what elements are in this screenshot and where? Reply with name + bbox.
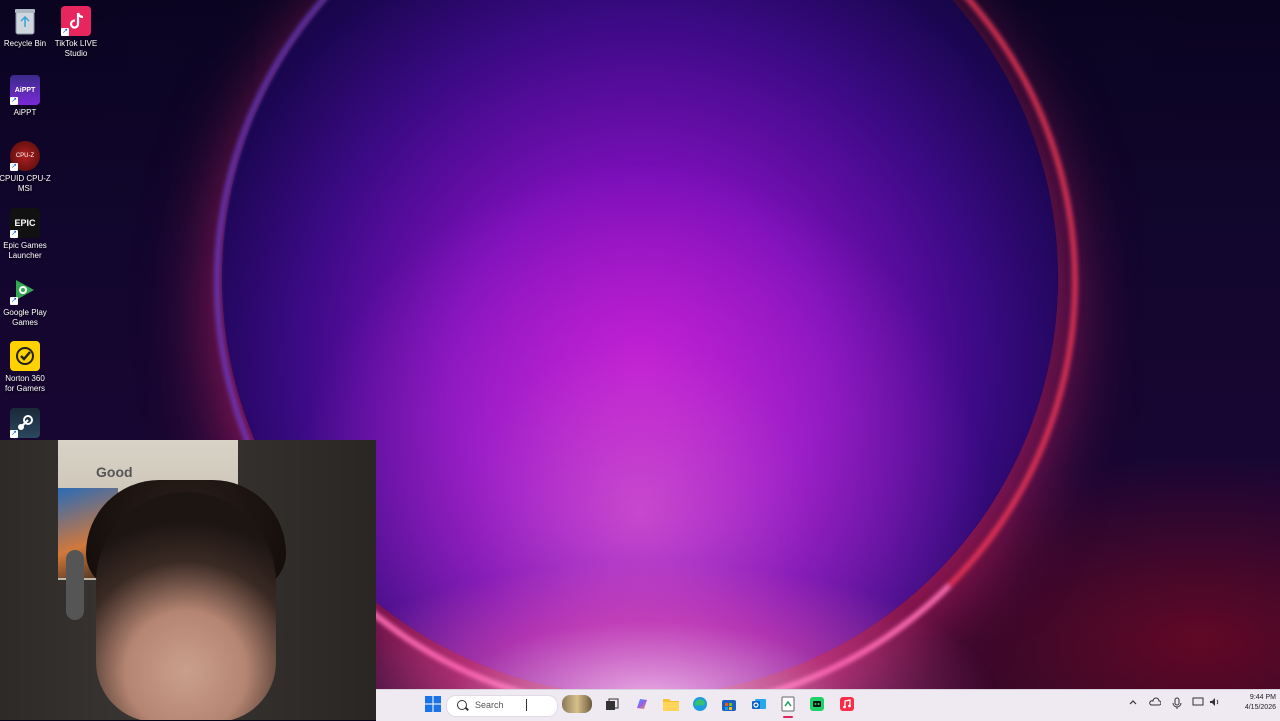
chevron-up-icon[interactable]: [1127, 697, 1139, 709]
taskbar-clock[interactable]: 9:44 PM 4/15/2026: [1226, 693, 1276, 713]
apple-music-icon[interactable]: [838, 695, 856, 713]
desktop-icon-recycle-bin[interactable]: Recycle Bin: [0, 6, 52, 49]
shortcut-arrow-icon: ↗: [10, 97, 18, 105]
google-play-games-icon: ↗: [10, 275, 40, 305]
shortcut-arrow-icon: ↗: [10, 163, 18, 171]
headphone: [66, 550, 84, 620]
desktop-icon-label: Google Play Games: [3, 308, 47, 327]
cpuz-icon: CPU-Z ↗: [10, 141, 40, 171]
active-app-indicator: [783, 716, 793, 718]
person-face: [96, 492, 276, 720]
desktop-icon-norton[interactable]: Norton 360 for Gamers: [0, 341, 52, 394]
epic-logo-text: EPIC: [14, 218, 36, 228]
desktop-icon-aippt[interactable]: AiPPT ↗ AiPPT: [0, 75, 52, 118]
display-icon[interactable]: [1192, 697, 1204, 709]
task-view-icon[interactable]: [603, 696, 621, 714]
shortcut-arrow-icon: ↗: [10, 230, 18, 238]
shortcut-arrow-icon: ↗: [10, 430, 18, 438]
desktop-icon-steam[interactable]: ↗: [0, 408, 52, 441]
microphone-icon[interactable]: [1171, 697, 1183, 709]
steam-icon: ↗: [10, 408, 40, 438]
volume-icon[interactable]: [1209, 697, 1221, 709]
widgets-news-icon[interactable]: [562, 695, 592, 713]
search-placeholder: Search: [475, 700, 504, 710]
epic-games-icon: EPIC ↗: [10, 208, 40, 238]
wallpaper-glow: [300, 560, 1000, 700]
desktop-icon-label: Epic Games Launcher: [3, 241, 47, 260]
desktop-icon-google-play-games[interactable]: ↗ Google Play Games: [0, 275, 52, 328]
desktop-icon-cpuz[interactable]: CPU-Z ↗ CPUID CPU-Z MSI: [0, 141, 52, 194]
copilot-icon[interactable]: [633, 695, 651, 713]
green-app-icon[interactable]: [808, 695, 826, 713]
microsoft-store-icon[interactable]: [720, 695, 738, 713]
text-cursor: [526, 699, 527, 711]
shortcut-arrow-icon: ↗: [10, 297, 18, 305]
windows-start-icon[interactable]: [424, 695, 442, 713]
desktop-icon-label: Norton 360 for Gamers: [4, 374, 45, 393]
file-explorer-icon[interactable]: [662, 695, 680, 713]
recycle-bin-icon: [10, 6, 40, 36]
clock-date: 4/15/2026: [1244, 704, 1276, 711]
poster-text: Good: [96, 464, 133, 480]
desktop-icon-label: TikTok LIVE Studio: [54, 39, 98, 58]
desktop-icon-epic-games[interactable]: EPIC ↗ Epic Games Launcher: [0, 208, 52, 261]
taskbar-search-box[interactable]: Search: [446, 695, 558, 717]
tiktok-icon: ↗: [61, 6, 91, 36]
shortcut-arrow-icon: ↗: [61, 28, 69, 36]
notepad-icon[interactable]: [779, 695, 797, 713]
desktop-icon-tiktok-live-studio[interactable]: ↗ TikTok LIVE Studio: [49, 6, 103, 59]
clock-time: 9:44 PM: [1249, 694, 1276, 701]
aippt-logo-text: AiPPT: [14, 86, 36, 94]
aippt-icon: AiPPT ↗: [10, 75, 40, 105]
edge-icon[interactable]: [691, 695, 709, 713]
onedrive-icon[interactable]: [1149, 697, 1162, 709]
webcam-overlay: Good: [0, 440, 376, 720]
norton-icon: [10, 341, 40, 371]
search-icon: [457, 700, 467, 710]
outlook-icon[interactable]: [750, 695, 768, 713]
desktop-icon-label: Recycle Bin: [3, 39, 47, 48]
desktop-icon-label: AiPPT: [13, 108, 37, 117]
desktop-icon-label: CPUID CPU-Z MSI: [0, 174, 51, 193]
